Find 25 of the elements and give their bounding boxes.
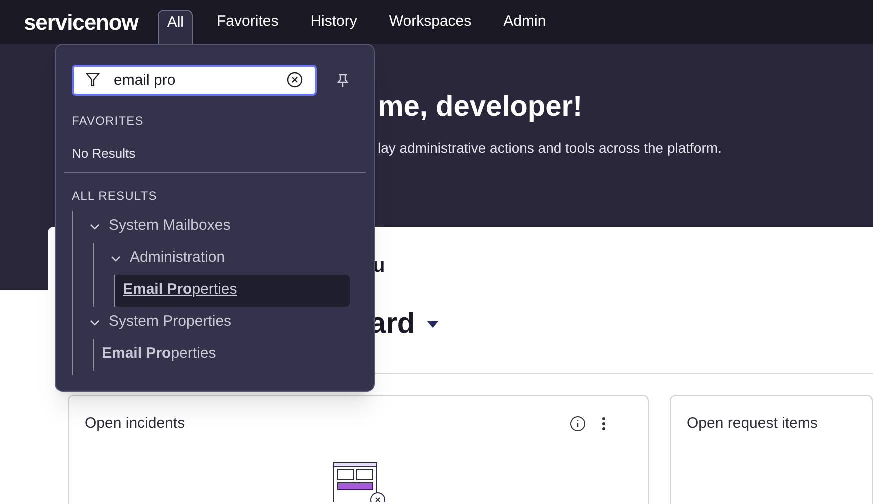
- pin-icon[interactable]: [337, 74, 349, 88]
- nav-tab[interactable]: History: [302, 5, 366, 39]
- hero-title: me, developer!: [378, 90, 583, 125]
- hero-subtitle: lay administrative actions and tools across the platform.: [378, 138, 722, 158]
- nav-tab[interactable]: Workspaces: [381, 5, 480, 39]
- logo[interactable]: servicenow: [24, 6, 138, 38]
- all-results-heading: ALL RESULTS: [72, 188, 158, 204]
- nav-tab[interactable]: Favorites: [209, 5, 287, 39]
- search-field[interactable]: email pro: [72, 65, 317, 96]
- folder-label[interactable]: System Properties: [109, 311, 232, 334]
- nav-tab[interactable]: All: [158, 10, 194, 44]
- filter-icon: [86, 73, 100, 87]
- result-link[interactable]: Email Properties: [115, 274, 350, 306]
- nav-tab[interactable]: Admin: [496, 5, 554, 39]
- clear-icon[interactable]: [287, 72, 303, 88]
- dropdown-caret-icon[interactable]: [427, 321, 440, 329]
- more-options-icon[interactable]: [602, 417, 606, 432]
- favorites-heading: FAVORITES: [72, 113, 145, 130]
- folder-label[interactable]: System Mailboxes: [109, 215, 231, 238]
- card-title: Open incidents: [85, 414, 186, 434]
- result-link[interactable]: Email Properties: [94, 338, 350, 370]
- info-icon[interactable]: [570, 416, 586, 432]
- no-results-text: No Results: [72, 145, 137, 163]
- folder-label[interactable]: Administration: [130, 247, 226, 270]
- card-title: Open request items: [687, 414, 819, 434]
